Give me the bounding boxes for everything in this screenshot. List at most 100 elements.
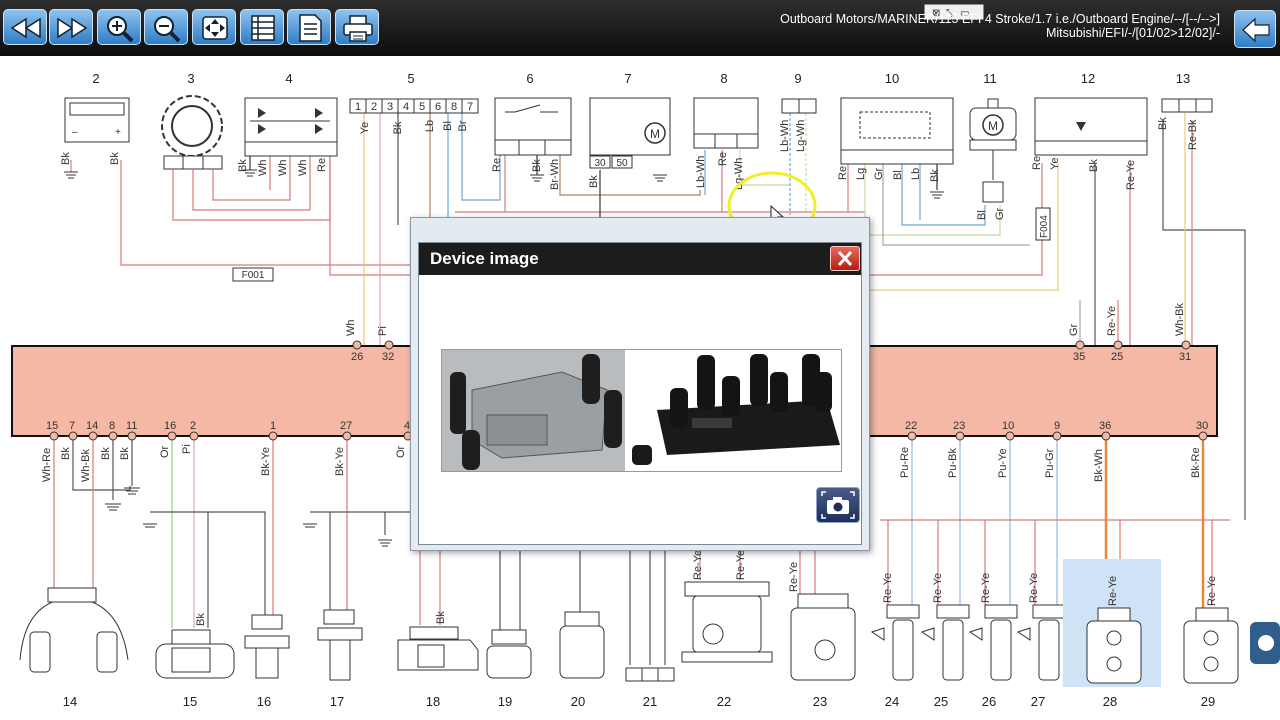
component-12-module: Re Ye Bk Re-Ye	[1031, 97, 1148, 190]
wire-label: Gr	[873, 167, 885, 180]
wire-label: Re-Ye	[692, 550, 704, 580]
breadcrumb: Outboard Motors/MARINER/115 EFI 4 Stroke…	[780, 12, 1220, 40]
pin-number: 15	[46, 420, 58, 432]
component-number: 25	[934, 694, 948, 709]
component-number: 23	[813, 694, 827, 709]
component-number: 2	[92, 71, 99, 86]
wire-label: Wh-Bk	[1174, 303, 1186, 337]
pin-number: 14	[86, 420, 98, 432]
injector-27	[1016, 604, 1066, 681]
rewind-button[interactable]	[3, 9, 47, 45]
component-number: 26	[982, 694, 996, 709]
wire-label: Bk	[195, 613, 207, 626]
breadcrumb-line2: Mitsubishi/EFI/-/[01/02>12/02]/-	[1045, 26, 1220, 40]
breadcrumb-line1: Outboard Motors/MARINER/115 EFI 4 Stroke…	[780, 12, 1220, 26]
component-5-connector: 1 2 3 4 5 6 8 7 Ye Bk Lb Bl Br	[349, 98, 479, 134]
wire-label: Br	[457, 120, 469, 131]
component-2-battery: – + Bk Bk	[60, 97, 130, 165]
component-number: 14	[63, 694, 77, 709]
pin-number: 30	[1196, 420, 1208, 432]
ignition-coil-photo	[441, 349, 842, 472]
wire-label: Bk	[531, 159, 543, 172]
wire-label: Lb	[424, 120, 436, 132]
wire-label: Wh-Bk	[80, 449, 92, 483]
camera-button[interactable]	[816, 487, 860, 523]
svg-text:–: –	[72, 127, 78, 138]
wire-label: Bk	[60, 152, 72, 165]
wire-label: Bk-Ye	[334, 447, 346, 476]
camera-icon	[821, 491, 855, 519]
wire-label: Bl	[442, 121, 454, 131]
component-23-motor	[790, 593, 856, 681]
component-4-rectifier: Bk Wh Wh Wh Re	[237, 97, 338, 176]
dialog-body: Device image	[418, 242, 862, 545]
wire-label: Bk	[60, 447, 72, 460]
svg-text:+: +	[115, 127, 121, 138]
list-icon	[251, 15, 275, 41]
help-icon	[1258, 635, 1274, 651]
component-17-sensor	[317, 609, 363, 681]
wire-label: Bk-Wh	[1093, 449, 1105, 482]
component-number: 22	[717, 694, 731, 709]
injector-24	[870, 604, 920, 681]
fuse-f004: F004	[1035, 207, 1051, 241]
wire-label: Bk	[1088, 159, 1100, 172]
component-number: 8	[720, 71, 727, 86]
wire-label: Bk	[109, 152, 121, 165]
connector-pin: 7	[467, 101, 473, 113]
back-arrow-icon	[1242, 17, 1270, 43]
motor-symbol: M	[988, 119, 998, 133]
wire-label: Re	[491, 158, 503, 172]
printer-icon	[343, 15, 373, 42]
fast-forward-button[interactable]	[49, 9, 93, 45]
component-number: 16	[257, 694, 271, 709]
fit-page-button[interactable]	[192, 9, 236, 45]
pin-number: 36	[1099, 420, 1111, 432]
component-3-alternator	[161, 95, 223, 170]
motor-symbol: M	[650, 127, 660, 141]
close-icon	[837, 250, 853, 267]
component-20-switch	[559, 611, 605, 679]
wire-label: Re-Ye	[1206, 576, 1218, 606]
component-number: 4	[285, 71, 292, 86]
fit-page-icon	[202, 16, 228, 40]
wire-label: Bl	[976, 210, 988, 220]
component-18-sensor	[397, 626, 479, 671]
component-number: 29	[1201, 694, 1215, 709]
wire-label: Br-Wh	[549, 159, 561, 190]
pin-number: 27	[340, 420, 352, 432]
component-8-relay: Lb-Wh Re Lg-Wh	[693, 97, 759, 190]
wire-label: Bk	[119, 447, 131, 460]
zoom-in-button[interactable]	[97, 9, 141, 45]
wire-label: Bk	[392, 121, 404, 134]
pin-number: 2	[190, 420, 196, 432]
connector-pin: 6	[435, 101, 441, 113]
print-button[interactable]	[335, 9, 379, 45]
connector-pin: 1	[355, 101, 361, 113]
component-number: 28	[1103, 694, 1117, 709]
back-button[interactable]	[1234, 10, 1276, 48]
wire-label: Re-Ye	[1028, 573, 1040, 603]
list-button[interactable]	[240, 9, 284, 45]
zoom-out-icon	[154, 16, 181, 43]
wire-label: Pi	[377, 326, 389, 336]
wire-label: Bk	[588, 175, 600, 188]
dialog-close-button[interactable]	[830, 246, 860, 271]
document-button[interactable]	[287, 9, 331, 45]
wire-label: Re	[316, 158, 328, 172]
pin-number: 1	[270, 420, 276, 432]
zoom-out-button[interactable]	[144, 9, 188, 45]
wire-label: Re	[717, 152, 729, 166]
rewind-icon	[10, 17, 41, 39]
connector-pin: 3	[387, 101, 393, 113]
injector-25	[920, 604, 970, 681]
wire-label: Gr	[994, 207, 1006, 220]
component-number: 3	[187, 71, 194, 86]
wire-label: Lb-Wh	[695, 156, 707, 188]
wire-label: Re-Ye	[1106, 306, 1118, 336]
component-number: 6	[526, 71, 533, 86]
component-number: 12	[1081, 71, 1095, 86]
component-number: 13	[1176, 71, 1190, 86]
top-component-numbers: 2 3 4 5 6 7 8 9 10 11 12 13	[92, 71, 1190, 86]
component-number: 18	[426, 694, 440, 709]
